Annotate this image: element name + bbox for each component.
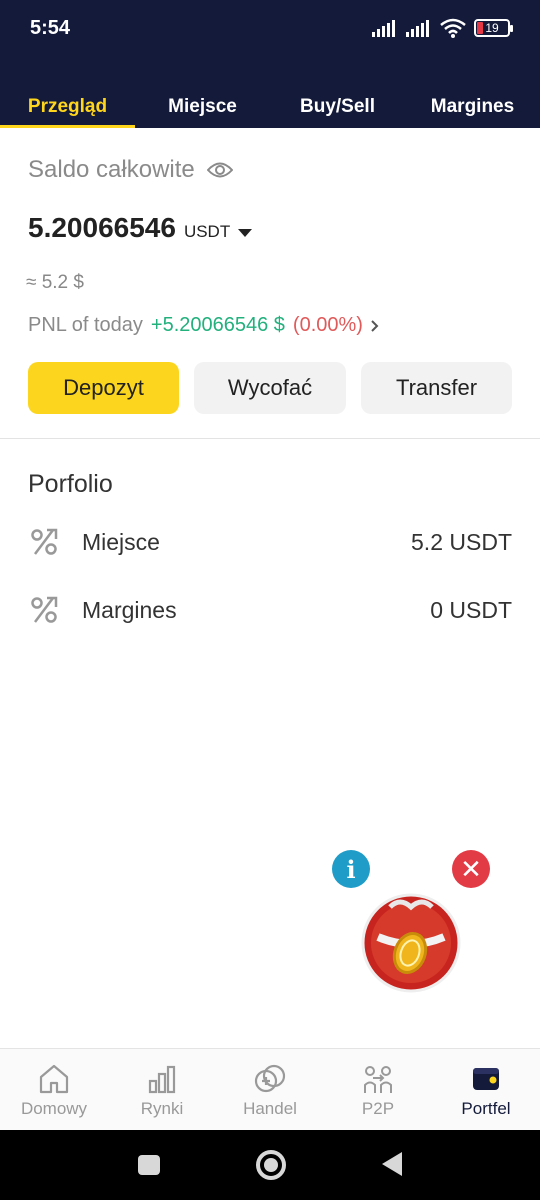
- top-tabs: Przegląd Miejsce Buy/Sell Margines: [0, 88, 540, 128]
- balance-approx: ≈ 5.2 $: [26, 272, 84, 293]
- close-icon[interactable]: ✕: [452, 850, 490, 888]
- portfolio-row-margines[interactable]: Margines 0 USDT: [28, 590, 512, 630]
- bar-chart-icon: [148, 1065, 176, 1094]
- home-icon: [39, 1064, 69, 1094]
- header: 5:54 19 Przegląd Miejsce Buy/Sell Margin…: [0, 0, 540, 128]
- balance-amount: 5.20066546: [28, 212, 176, 243]
- portfolio-item-name: Margines: [82, 596, 177, 623]
- balance-title: Saldo całkowite: [28, 156, 195, 183]
- pnl-row[interactable]: PNL of today +5.20066546 $ (0.00%): [28, 314, 379, 337]
- transfer-button[interactable]: Transfer: [361, 362, 512, 414]
- nav-item-portfel[interactable]: Portfel: [432, 1049, 540, 1130]
- bottom-nav: Domowy Rynki Handel P2P Portfel: [0, 1048, 540, 1130]
- status-time: 5:54: [30, 17, 71, 39]
- p2p-icon: [364, 1066, 392, 1093]
- status-icons: 19: [372, 18, 513, 38]
- nav-item-p2p[interactable]: P2P: [324, 1049, 432, 1130]
- wallet-icon: [473, 1068, 499, 1090]
- signal-icon: [372, 20, 395, 37]
- signal-icon: [406, 20, 429, 37]
- nav-item-handel[interactable]: Handel: [216, 1049, 324, 1130]
- eye-icon[interactable]: [206, 161, 233, 179]
- percent-icon: [31, 528, 58, 555]
- portfolio-item-name: Miejsce: [82, 528, 160, 555]
- percent-icon: [31, 596, 58, 623]
- nav-label: Rynki: [140, 1099, 184, 1118]
- portfolio-item-amount: 0 USDT: [430, 596, 512, 623]
- portfolio-row-miejsce[interactable]: Miejsce 5.2 USDT: [28, 522, 512, 562]
- nav-label: Domowy: [20, 1099, 88, 1118]
- nav-item-domowy[interactable]: Domowy: [0, 1049, 108, 1130]
- pnl-label: PNL of today: [28, 314, 143, 336]
- portfolio-title: Porfolio: [28, 470, 113, 498]
- info-icon[interactable]: i: [332, 850, 370, 888]
- recent-apps-button[interactable]: [138, 1155, 160, 1175]
- portfolio-item-amount: 5.2 USDT: [411, 528, 512, 555]
- withdraw-button[interactable]: Wycofać: [194, 362, 346, 414]
- balance-amount-row[interactable]: 5.20066546 USDT: [28, 212, 253, 244]
- balance-title-row: Saldo całkowite: [28, 156, 233, 184]
- balance-currency: USDT: [183, 222, 231, 241]
- tab-miejsce[interactable]: Miejsce: [135, 88, 270, 128]
- home-button[interactable]: [256, 1150, 286, 1180]
- nav-item-rynki[interactable]: Rynki: [108, 1049, 216, 1130]
- status-bar: 5:54 19: [0, 0, 540, 60]
- deposit-button[interactable]: Depozyt: [28, 362, 179, 414]
- back-button[interactable]: [382, 1152, 402, 1176]
- wifi-icon: [440, 18, 466, 38]
- divider: [0, 438, 540, 439]
- tab-przeglad[interactable]: Przegląd: [0, 88, 135, 128]
- caret-down-icon[interactable]: [238, 229, 253, 237]
- nav-label: Handel: [243, 1099, 297, 1118]
- trade-icon: [254, 1064, 286, 1093]
- tab-buy-sell[interactable]: Buy/Sell: [270, 88, 405, 128]
- pnl-value: +5.20066546 $: [150, 314, 285, 336]
- nav-label: Portfel: [461, 1099, 511, 1118]
- tab-margines[interactable]: Margines: [405, 88, 540, 128]
- chevron-right-icon: [371, 319, 379, 332]
- nav-label: P2P: [361, 1099, 395, 1118]
- pnl-percent: (0.00%): [292, 314, 363, 336]
- battery-level: 19: [485, 21, 499, 35]
- gift-coin-icon[interactable]: [360, 893, 462, 993]
- battery-icon: 19: [474, 19, 513, 37]
